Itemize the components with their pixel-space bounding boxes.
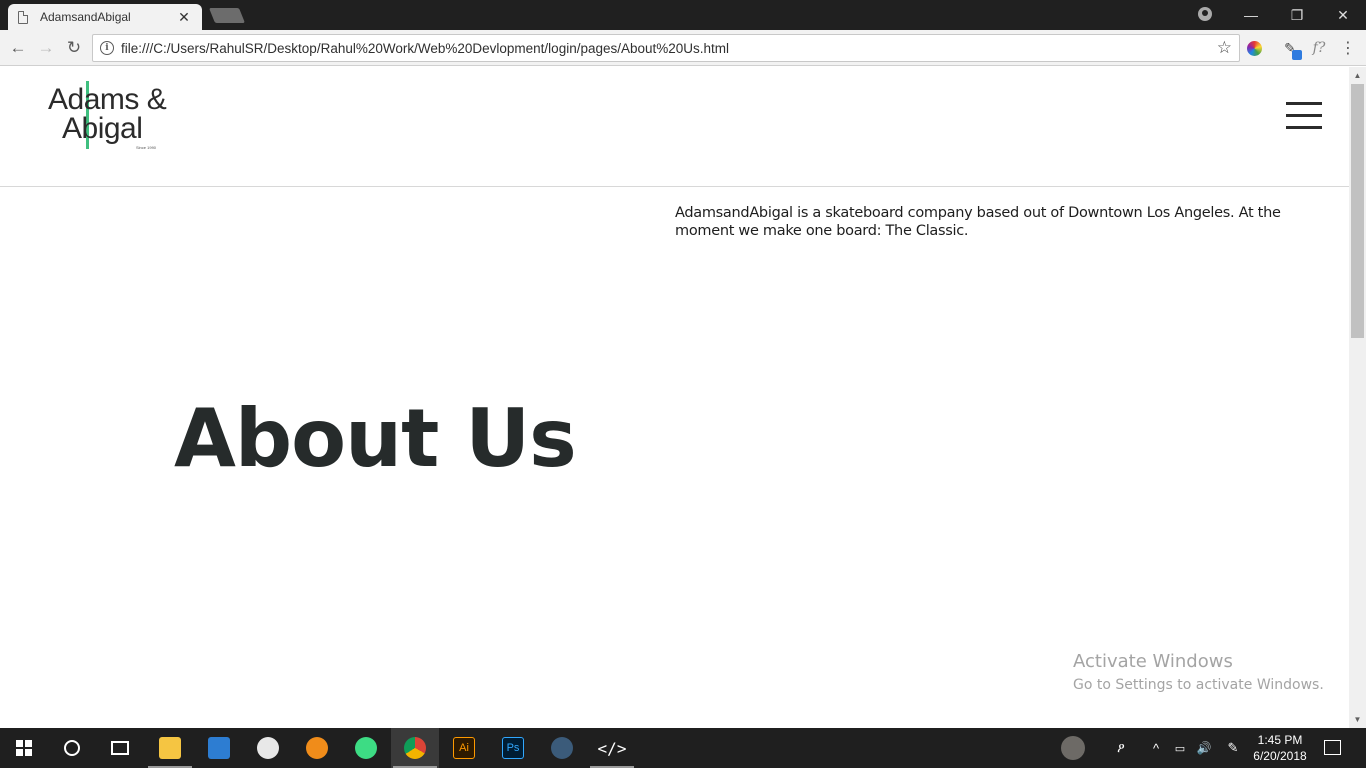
restore-button[interactable]: ❐ [1274, 0, 1320, 30]
clock-time: 1:45 PM [1257, 733, 1303, 747]
browser-titlebar: AdamsandAbigal ✕ — ❐ ✕ [0, 0, 1366, 30]
logo-since-text: Since 1990 [136, 145, 157, 150]
task-view-button[interactable] [96, 728, 144, 768]
watermark-subtitle: Go to Settings to activate Windows. [1073, 677, 1324, 693]
watermark-title: Activate Windows [1073, 651, 1233, 672]
window-controls: — ❐ ✕ [1228, 0, 1366, 30]
taskbar-file-explorer[interactable] [146, 728, 194, 768]
blender-icon [306, 737, 328, 759]
taskbar-steam[interactable] [538, 728, 586, 768]
illustrator-icon: Ai [453, 737, 475, 759]
tab-close-icon[interactable]: ✕ [176, 9, 192, 25]
itunes-icon [257, 737, 279, 759]
logo-line-2: Abigal [62, 112, 143, 145]
android-studio-icon [355, 737, 377, 759]
clock-date: 6/20/2018 [1253, 749, 1307, 763]
cortana-icon [64, 740, 80, 756]
taskbar-blender[interactable] [293, 728, 341, 768]
scroll-down-icon[interactable]: ▼ [1349, 711, 1366, 728]
back-button[interactable]: ← [6, 36, 30, 60]
start-button[interactable] [0, 728, 48, 768]
volume-icon[interactable]: 🔊 [1194, 728, 1214, 768]
bookmark-star-icon[interactable]: ☆ [1217, 38, 1232, 58]
browser-tab-active[interactable]: AdamsandAbigal ✕ [8, 4, 202, 30]
reload-button[interactable]: ↻ [62, 36, 86, 60]
taskbar-android-studio[interactable] [342, 728, 390, 768]
about-description: AdamsandAbigal is a skateboard company b… [675, 205, 1281, 239]
scroll-thumb[interactable] [1351, 84, 1364, 338]
taskbar-code-editor[interactable]: </> [588, 728, 636, 768]
windows-logo-icon [16, 740, 32, 756]
color-picker-extension-icon[interactable] [1244, 38, 1264, 58]
vertical-scrollbar[interactable]: ▲ ▼ [1349, 67, 1366, 728]
activate-windows-watermark: Activate Windows Go to Settings to activ… [1073, 651, 1324, 695]
windows-taskbar: Ai Ps </> ዖ ^ ▭ 🔊 ✎ 1:45 PM 6/20/2018 [0, 728, 1366, 768]
pen-extension-icon[interactable]: ✎ [1280, 38, 1302, 60]
photoshop-icon: Ps [502, 737, 524, 759]
steam-icon [551, 737, 573, 759]
taskbar-photoshop[interactable]: Ps [489, 728, 537, 768]
page-title: About Us [174, 392, 577, 485]
url-text[interactable]: file:///C:/Users/RahulSR/Desktop/Rahul%2… [121, 41, 1217, 56]
page-viewport: Adams & Abigal Since 1990 AdamsandAbigal… [0, 67, 1366, 728]
close-window-button[interactable]: ✕ [1320, 0, 1366, 30]
font-extension-icon[interactable]: f? [1309, 38, 1329, 58]
store-icon [208, 737, 230, 759]
tray-avatar[interactable] [1058, 728, 1088, 768]
profile-icon[interactable] [1198, 7, 1212, 21]
file-explorer-icon [159, 737, 181, 759]
hamburger-menu-icon[interactable] [1286, 102, 1322, 129]
people-icon[interactable]: ዖ [1110, 728, 1132, 768]
code-editor-icon: </> [597, 738, 627, 758]
new-tab-button[interactable] [208, 8, 246, 23]
chrome-icon [404, 737, 426, 759]
taskbar-illustrator[interactable]: Ai [440, 728, 488, 768]
forward-button[interactable]: → [34, 36, 58, 60]
taskbar-chrome[interactable] [391, 728, 439, 768]
network-icon[interactable]: ▭ [1170, 728, 1190, 768]
taskbar-clock[interactable]: 1:45 PM 6/20/2018 [1252, 732, 1308, 764]
site-info-icon[interactable]: i [100, 41, 114, 55]
windows-ink-icon[interactable]: ✎ [1222, 728, 1244, 768]
taskbar-itunes[interactable] [244, 728, 292, 768]
site-logo[interactable]: Adams & Abigal Since 1990 [46, 79, 178, 155]
site-header: Adams & Abigal Since 1990 [0, 67, 1349, 187]
user-avatar-icon [1061, 736, 1085, 760]
task-view-icon [111, 741, 129, 755]
minimize-button[interactable]: — [1228, 0, 1274, 30]
page-favicon-icon [18, 10, 28, 24]
scroll-up-icon[interactable]: ▲ [1349, 67, 1366, 84]
action-center-icon[interactable] [1324, 740, 1341, 755]
page-body: Adams & Abigal Since 1990 AdamsandAbigal… [0, 67, 1349, 728]
browser-menu-icon[interactable]: ⋮ [1338, 38, 1358, 58]
tab-title: AdamsandAbigal [40, 10, 131, 24]
taskbar-store[interactable] [195, 728, 243, 768]
cortana-button[interactable] [48, 728, 96, 768]
browser-toolbar: ← → ↻ i file:///C:/Users/RahulSR/Desktop… [0, 30, 1366, 66]
tray-chevron-icon[interactable]: ^ [1146, 728, 1166, 768]
address-bar[interactable]: i file:///C:/Users/RahulSR/Desktop/Rahul… [92, 34, 1240, 62]
